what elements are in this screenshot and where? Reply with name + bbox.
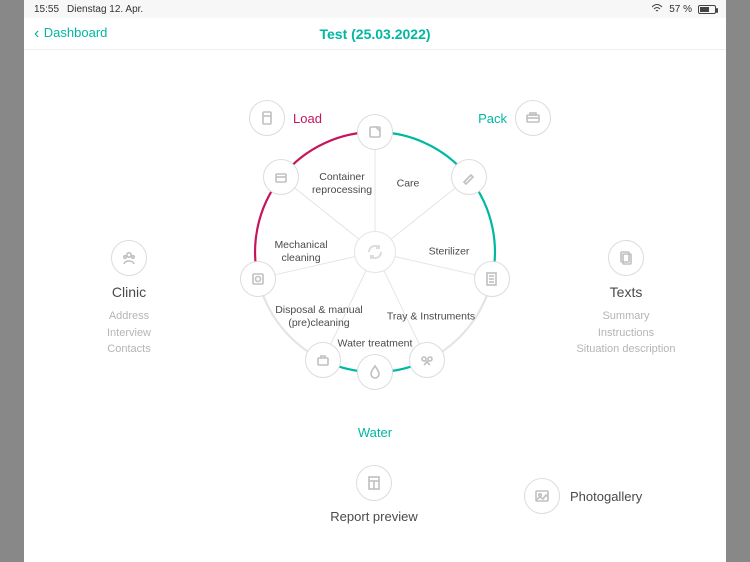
battery-pct: 57 % — [669, 4, 692, 15]
texts-sub-situation[interactable]: Situation description — [556, 341, 696, 358]
back-button[interactable]: Dashboard — [34, 25, 107, 43]
clinic-sub-address[interactable]: Address — [79, 308, 179, 325]
texts-title: Texts — [556, 284, 696, 300]
status-date: Dienstag 12. Apr. — [67, 4, 143, 15]
texts-sub-summary[interactable]: Summary — [556, 308, 696, 325]
spoke-water-icon[interactable] — [357, 354, 393, 390]
spoke-container-icon[interactable] — [263, 159, 299, 195]
texts-sub-instructions[interactable]: Instructions — [556, 325, 696, 342]
spoke-tray-icon[interactable] — [409, 342, 445, 378]
wifi-icon — [651, 3, 663, 16]
spoke-mechanical-icon[interactable] — [240, 261, 276, 297]
spoke-care-icon[interactable] — [451, 159, 487, 195]
page-title: Test (25.03.2022) — [319, 26, 430, 42]
texts-icon-button[interactable] — [608, 240, 644, 276]
clinic-title: Clinic — [79, 284, 179, 300]
status-bar: 15:55 Dienstag 12. Apr. 57 % — [24, 0, 726, 18]
spoke-top-icon[interactable] — [357, 114, 393, 150]
process-wheel: Container reprocessing Care Sterilizer T… — [245, 122, 505, 382]
wheel-refresh-button[interactable] — [354, 231, 396, 273]
battery-icon — [698, 5, 716, 14]
clinic-icon-button[interactable] — [111, 240, 147, 276]
clinic-sub-interview[interactable]: Interview — [79, 325, 179, 342]
photogallery-button[interactable] — [524, 478, 560, 514]
report-preview-label: Report preview — [324, 509, 424, 524]
photogallery-label: Photogallery — [570, 489, 642, 504]
nav-bar: Dashboard Test (25.03.2022) — [24, 18, 726, 50]
spoke-sterilizer-icon[interactable] — [474, 261, 510, 297]
report-preview-button[interactable] — [356, 465, 392, 501]
clinic-sub-contacts[interactable]: Contacts — [79, 341, 179, 358]
pack-icon-button[interactable] — [515, 100, 551, 136]
water-label: Water — [24, 425, 726, 440]
status-time: 15:55 — [34, 4, 59, 15]
spoke-disposal-icon[interactable] — [305, 342, 341, 378]
